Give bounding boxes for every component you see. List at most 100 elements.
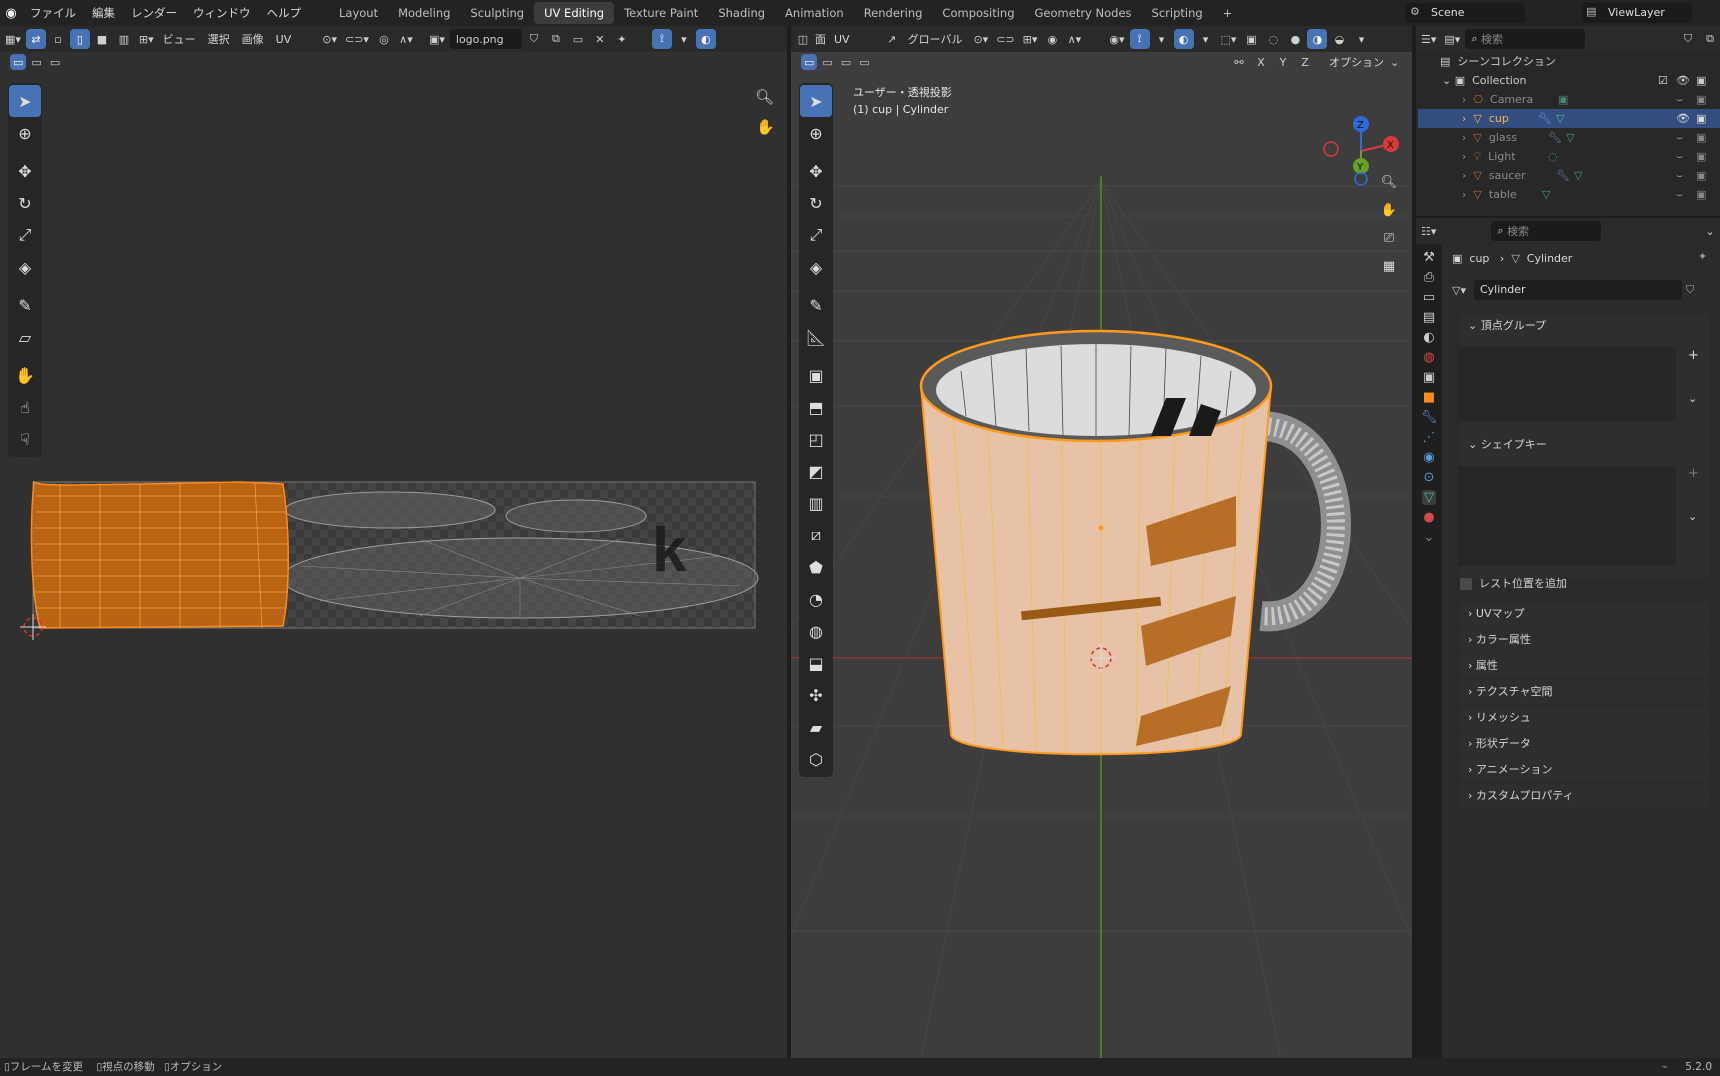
mesh-edit-overlay-icon[interactable]: ⬚▾ xyxy=(1218,29,1240,49)
gizmo-toggle-icon[interactable]: ⟟ xyxy=(1129,29,1150,49)
extrude-tool-icon[interactable]: ⬒ xyxy=(800,391,832,423)
panel-color-attributes[interactable]: › カラー属性 xyxy=(1460,628,1710,652)
menu-file[interactable]: ファイル xyxy=(22,0,84,26)
vertex-group-list[interactable] xyxy=(1458,347,1676,421)
mirror-x[interactable]: X xyxy=(1251,54,1271,70)
blender-logo-icon[interactable]: ◉ xyxy=(0,6,22,21)
outliner-editor-icon[interactable]: ☰▾ xyxy=(1418,29,1439,49)
camera-render-icon[interactable]: ▣ xyxy=(1696,90,1706,109)
proportional-edit-icon[interactable]: ◉ xyxy=(1042,29,1062,49)
tab-rendering[interactable]: Rendering xyxy=(854,2,933,24)
wireframe-shading-icon[interactable]: ◌ xyxy=(1263,29,1283,49)
panel-attributes[interactable]: › 属性 xyxy=(1460,654,1710,678)
vp-select-extend-icon[interactable]: ▭ xyxy=(819,54,835,70)
display-mode-icon[interactable]: ▤▾ xyxy=(1441,29,1463,49)
cup-eye-icon[interactable]: 👁︎ xyxy=(1676,109,1690,128)
cup-render-icon[interactable]: ▣ xyxy=(1696,109,1706,128)
viewlayer-selector[interactable]: ViewLayer xyxy=(1582,3,1692,23)
mesh-fake-user-icon[interactable]: ⛉ xyxy=(1686,283,1694,297)
object-tab-icon[interactable]: ■ xyxy=(1423,390,1435,405)
new-collection-icon[interactable]: ⧉ xyxy=(1700,29,1720,49)
tab-scripting[interactable]: Scripting xyxy=(1142,2,1213,24)
filter-icon[interactable]: ⛉ xyxy=(1678,29,1698,49)
add-rest-checkbox[interactable] xyxy=(1460,578,1472,590)
panel-animation[interactable]: › アニメーション xyxy=(1460,758,1710,782)
vp-menu-uv[interactable]: UV xyxy=(828,33,856,46)
tab-animation[interactable]: Animation xyxy=(775,2,854,24)
edge-slide-tool-icon[interactable]: ⬓ xyxy=(800,647,832,679)
snap-target-icon[interactable]: ⊞▾ xyxy=(1020,29,1041,49)
options-dropdown[interactable]: オプション xyxy=(1323,54,1390,70)
constraints-tab-icon[interactable]: ⊙ xyxy=(1424,470,1435,485)
collection-camera-icon[interactable]: ▣ xyxy=(1696,71,1706,90)
outliner-item-camera[interactable]: › ⎔ Camera ▣ ⌣ ▣ xyxy=(1418,90,1720,109)
vgroup-menu-icon[interactable]: ⌄ xyxy=(1688,392,1697,405)
panel-remesh[interactable]: › リメッシュ xyxy=(1460,706,1710,730)
collection-checkbox[interactable]: ☑ xyxy=(1658,71,1668,90)
material-tab-icon[interactable]: ● xyxy=(1423,510,1434,525)
mirror-y[interactable]: Y xyxy=(1273,54,1293,70)
outliner-search[interactable]: ⌕ 検索 xyxy=(1465,29,1586,49)
tab-shading[interactable]: Shading xyxy=(708,2,775,24)
properties-editor-icon[interactable]: ☷▾ xyxy=(1418,221,1439,241)
panel-custom-properties[interactable]: › カスタムプロパティ xyxy=(1460,784,1710,808)
world-tab-icon[interactable]: ◍ xyxy=(1423,350,1434,365)
data-tab-icon[interactable]: ▽ xyxy=(1422,490,1436,505)
outliner-item-glass[interactable]: › ▽ glass 🔧︎ ▽ ⌣ ▣ xyxy=(1418,128,1720,147)
vp-measure-tool-icon[interactable]: 📐︎ xyxy=(800,321,832,353)
tab-geometry-nodes[interactable]: Geometry Nodes xyxy=(1025,2,1142,24)
poly-build-tool-icon[interactable]: ⬟ xyxy=(800,551,832,583)
mesh-browse-icon[interactable]: ▽▾ xyxy=(1452,284,1466,297)
glass-hide-icon[interactable]: ⌣ xyxy=(1676,128,1683,147)
add-rest-position[interactable]: レスト位置を追加 xyxy=(1460,575,1567,591)
smooth-tool-icon[interactable]: ◍ xyxy=(800,615,832,647)
panel-uv-maps[interactable]: › UVマップ xyxy=(1460,602,1710,626)
outliner-collection[interactable]: ⌄ ▣ Collection ☑ 👁︎ ▣ xyxy=(1418,71,1720,90)
mirror-icon[interactable]: ⚯ xyxy=(1229,54,1249,70)
menu-render[interactable]: レンダー xyxy=(123,0,185,26)
particles-tab-icon[interactable]: ⋰ xyxy=(1423,430,1436,445)
properties-search[interactable]: ⌕ 検索 xyxy=(1491,221,1602,241)
collection-eye-icon[interactable]: 👁︎ xyxy=(1676,71,1690,90)
scene-selector[interactable]: Scene xyxy=(1405,3,1525,23)
bevel-tool-icon[interactable]: ◩ xyxy=(800,455,832,487)
falloff-type-icon[interactable]: ∧▾ xyxy=(1064,29,1084,49)
vp-annotate-tool-icon[interactable]: ✎ xyxy=(800,289,832,321)
vp-select-subtract-icon[interactable]: ▭ xyxy=(838,54,854,70)
glass-render-icon[interactable]: ▣ xyxy=(1696,128,1706,147)
menu-help[interactable]: ヘルプ xyxy=(259,0,310,26)
editor-type-3d-icon[interactable]: ◫ xyxy=(793,29,813,49)
vp-cursor-tool-icon[interactable]: ⊕ xyxy=(800,117,832,149)
viewport-scene[interactable] xyxy=(791,26,1412,1058)
vp-select-invert-icon[interactable]: ▭ xyxy=(856,54,872,70)
modifier-tab-icon[interactable]: 🔧︎ xyxy=(1421,410,1438,425)
vp-scale-tool-icon[interactable]: ⤢ xyxy=(800,219,832,251)
overlays-toggle-icon[interactable]: ◐ xyxy=(1173,29,1194,49)
spin-tool-icon[interactable]: ◔ xyxy=(800,583,832,615)
inset-tool-icon[interactable]: ◰ xyxy=(800,423,832,455)
vp-rotate-tool-icon[interactable]: ↻ xyxy=(800,187,832,219)
vp-pan-icon[interactable]: ✋ xyxy=(1377,198,1401,222)
tab-compositing[interactable]: Compositing xyxy=(932,2,1024,24)
table-render-icon[interactable]: ▣ xyxy=(1696,185,1706,204)
vp-select-new-icon[interactable]: ▭ xyxy=(801,54,818,70)
physics-tab-icon[interactable]: ◉ xyxy=(1423,450,1434,465)
tool-tab-icon[interactable]: ⚒ xyxy=(1423,250,1435,265)
outliner-item-light[interactable]: › 💡︎ Light ◌ ⌣ ▣ xyxy=(1418,147,1720,166)
render-tab-icon[interactable]: ⎙ xyxy=(1424,270,1434,285)
scene-tab-icon[interactable]: ◐ xyxy=(1423,330,1434,345)
panel-geometry-data[interactable]: › 形状データ xyxy=(1460,732,1710,756)
table-hide-icon[interactable]: ⌣ xyxy=(1676,185,1683,204)
add-workspace-button[interactable]: + xyxy=(1213,2,1243,24)
overlays-menu-icon[interactable]: ▾ xyxy=(1196,29,1216,49)
camera-view-icon[interactable]: ⎚ xyxy=(1377,226,1401,250)
view-layer-tab-icon[interactable]: ▤ xyxy=(1423,310,1435,325)
vp-menu-face[interactable]: 面 xyxy=(813,31,828,47)
shape-key-list[interactable] xyxy=(1458,466,1676,566)
menu-window[interactable]: ウィンドウ xyxy=(185,0,259,26)
vp-move-tool-icon[interactable]: ✥ xyxy=(800,155,832,187)
output-tab-icon[interactable]: ▭ xyxy=(1423,290,1435,305)
vp-transform-tool-icon[interactable]: ◈ xyxy=(800,251,832,283)
tab-texture-paint[interactable]: Texture Paint xyxy=(614,2,708,24)
orientation-icon[interactable]: ↗ xyxy=(882,29,902,49)
